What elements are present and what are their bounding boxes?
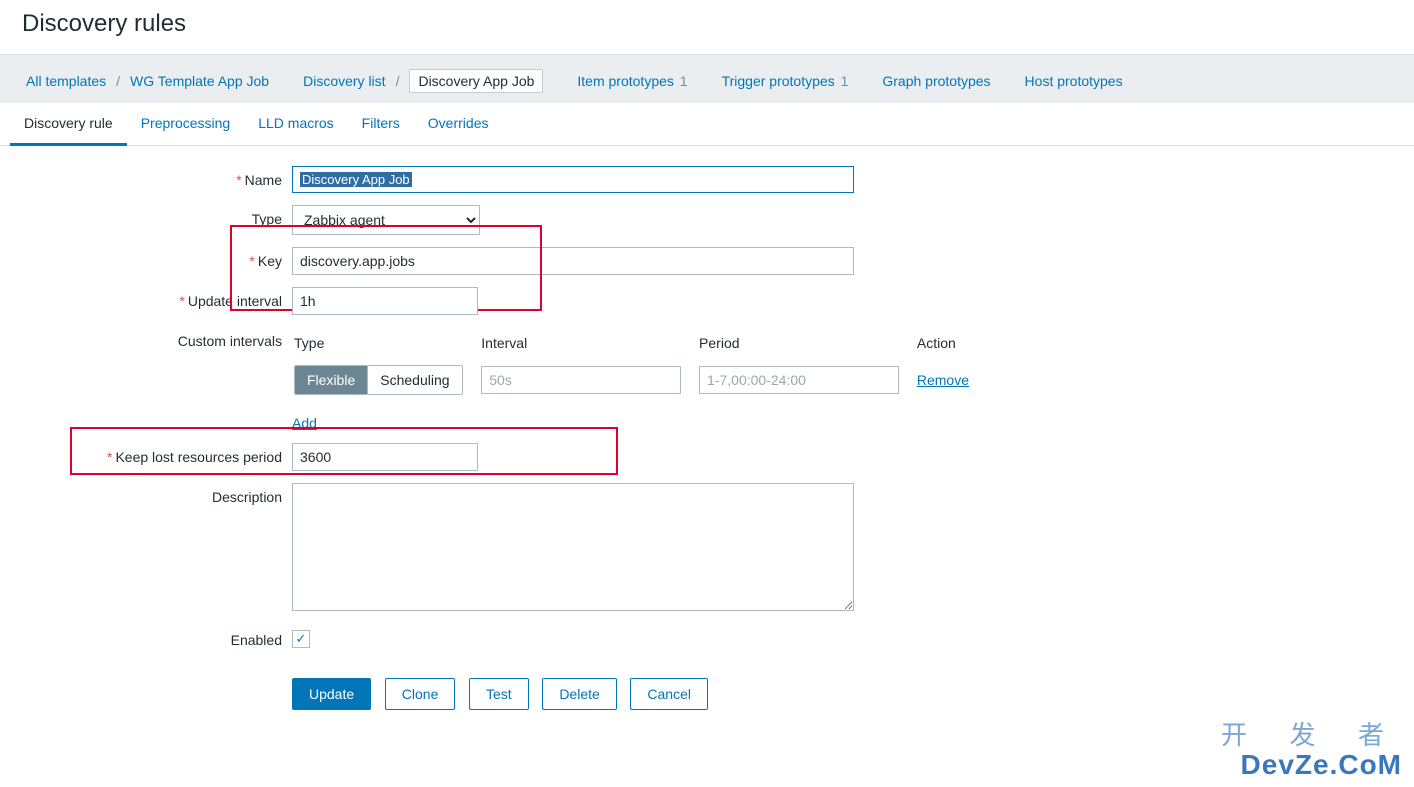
col-action: Action [917,329,977,359]
label-type: Type [10,205,292,227]
label-keep-lost: *Keep lost resources period [10,443,292,465]
breadcrumb-all-templates[interactable]: All templates [26,73,106,89]
header-area: All templates / WG Template App Job Disc… [0,54,1414,103]
breadcrumb-graph-prototypes[interactable]: Graph prototypes [882,73,990,89]
breadcrumb-template[interactable]: WG Template App Job [130,73,269,89]
label-name: *Name [10,166,292,188]
breadcrumb-discovery-list[interactable]: Discovery list [303,73,385,89]
page-title: Discovery rules [0,0,1414,54]
tab-preprocessing[interactable]: Preprocessing [127,103,245,145]
delete-button[interactable]: Delete [542,678,616,710]
label-update-interval: *Update interval [10,287,292,309]
toggle-scheduling[interactable]: Scheduling [368,366,461,394]
form: *Name Discovery App Job Type Zabbix agen… [0,146,1414,762]
clone-button[interactable]: Clone [385,678,456,710]
col-period: Period [699,329,915,359]
label-custom-intervals: Custom intervals [10,327,292,349]
type-select[interactable]: Zabbix agent [292,205,480,235]
add-interval-link[interactable]: Add [292,415,317,431]
breadcrumb-sep: / [116,73,120,89]
tab-filters[interactable]: Filters [348,103,414,145]
description-field[interactable] [292,483,854,611]
breadcrumb: All templates / WG Template App Job Disc… [0,59,1414,103]
test-button[interactable]: Test [469,678,529,710]
interval-type-toggle[interactable]: Flexible Scheduling [294,365,463,395]
remove-interval-link[interactable]: Remove [917,372,969,388]
name-field[interactable]: Discovery App Job [292,166,854,193]
col-interval: Interval [481,329,697,359]
period-field[interactable] [699,366,899,394]
enabled-checkbox[interactable]: ✓ [292,630,310,648]
custom-intervals-table: Type Interval Period Action Flexible Sch… [292,327,979,401]
toggle-flexible[interactable]: Flexible [295,366,368,394]
tab-overrides[interactable]: Overrides [414,103,503,145]
breadcrumb-host-prototypes[interactable]: Host prototypes [1025,73,1123,89]
breadcrumb-item-prototypes[interactable]: Item prototypes 1 [577,73,687,89]
breadcrumb-current: Discovery App Job [409,69,543,93]
label-description: Description [10,483,292,505]
tabs: Discovery rule Preprocessing LLD macros … [0,103,1414,146]
tab-discovery-rule[interactable]: Discovery rule [10,103,127,146]
breadcrumb-sep: / [396,73,400,89]
label-enabled: Enabled [10,626,292,648]
cancel-button[interactable]: Cancel [630,678,708,710]
interval-row: Flexible Scheduling Remove [294,361,977,399]
breadcrumb-trigger-prototypes[interactable]: Trigger prototypes 1 [722,73,849,89]
tab-lld-macros[interactable]: LLD macros [244,103,347,145]
update-button[interactable]: Update [292,678,371,710]
interval-field[interactable] [481,366,681,394]
key-field[interactable] [292,247,854,275]
label-key: *Key [10,247,292,269]
update-interval-field[interactable] [292,287,478,315]
col-type: Type [294,329,479,359]
keep-lost-field[interactable] [292,443,478,471]
